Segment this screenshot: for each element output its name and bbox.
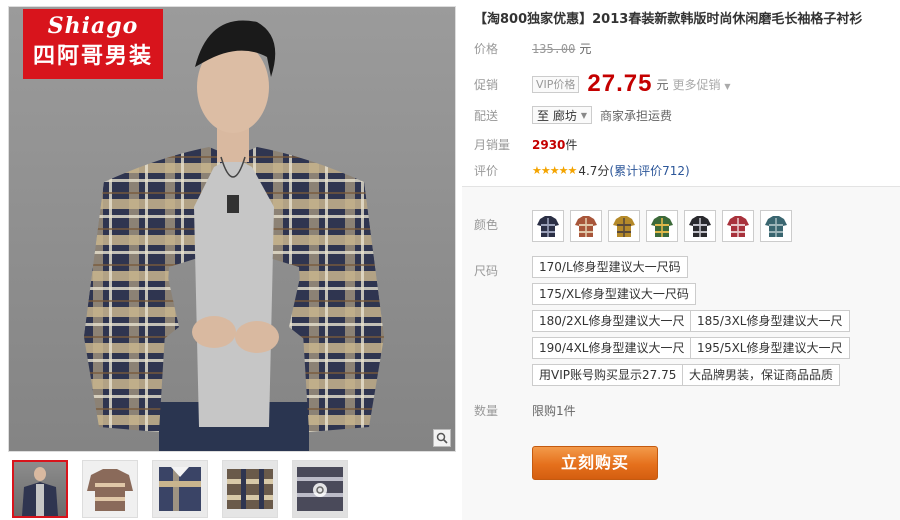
thumb-image <box>297 467 343 511</box>
thumbnail-shirt-flat[interactable] <box>82 460 138 518</box>
size-option[interactable]: 195/5XL修身型建议大一尺 <box>690 337 850 359</box>
thumbnail-shirt-detail[interactable] <box>152 460 208 518</box>
sales-label: 月销量 <box>474 138 511 152</box>
shipping-destination-value: 至 廊坊 <box>537 108 577 123</box>
original-price: 135.00 <box>532 41 576 56</box>
shirt-icon <box>689 216 711 237</box>
more-promo-link[interactable]: 更多促销 ▼ <box>672 76 730 93</box>
shirt-icon <box>727 216 749 237</box>
more-promo-label: 更多促销 <box>672 77 721 92</box>
zoom-button[interactable] <box>433 429 451 447</box>
buy-now-button[interactable]: 立刻购买 <box>532 446 658 480</box>
main-product-image[interactable]: Shiago 四阿哥男装 <box>8 6 456 452</box>
vip-price-tag: VIP价格 <box>532 75 580 93</box>
size-option[interactable]: 180/2XL修身型建议大一尺 <box>532 310 692 332</box>
shipping-label: 配送 <box>474 108 499 123</box>
shirt-icon <box>575 216 597 237</box>
shirt-icon <box>613 216 635 237</box>
sales-unit: 件 <box>565 138 578 152</box>
thumbnail-strip <box>12 460 348 518</box>
color-swatch-red-check[interactable] <box>722 210 754 242</box>
quantity-limit: 限购1件 <box>532 404 576 418</box>
size-row: 尺码 <box>474 262 532 279</box>
size-option[interactable]: 170/L修身型建议大一尺码 <box>532 256 688 278</box>
active-thumb-indicator <box>38 460 48 462</box>
price-label: 价格 <box>474 42 499 56</box>
size-option[interactable]: 大品牌男装，保证商品品质 <box>682 364 841 386</box>
size-option[interactable]: 190/4XL修身型建议大一尺 <box>532 337 692 359</box>
chevron-down-icon: ▼ <box>580 110 587 120</box>
promo-currency-unit: 元 <box>656 77 669 92</box>
brand-logo: Shiago <box>47 13 139 39</box>
shirt-icon <box>537 216 559 237</box>
review-count-link[interactable]: (累计评价712) <box>609 162 689 179</box>
thumb-image <box>22 467 58 516</box>
color-swatch-mustard-check[interactable] <box>608 210 640 242</box>
color-swatch-brown-check[interactable] <box>570 210 602 242</box>
promo-label: 促销 <box>474 77 499 92</box>
shipping-note: 商家承担运费 <box>599 108 672 123</box>
promo-row: 促销 VIP价格 27.75 元 更多促销 ▼ <box>474 70 730 98</box>
price-row: 价格 135.00 元 <box>474 40 591 57</box>
size-option[interactable]: 175/XL修身型建议大一尺码 <box>532 283 696 305</box>
color-swatch-list <box>532 210 792 242</box>
brand-name: 四阿哥男装 <box>32 44 153 69</box>
color-swatch-green-yellow-check[interactable] <box>646 210 678 242</box>
rating-row: 评价 ★★★★★ 4.7分 (累计评价712) <box>474 162 690 179</box>
color-row: 颜色 <box>474 216 532 233</box>
product-title: 【淘800独家优惠】2013春装新款韩版时尚休闲磨毛长袖格子衬衫 <box>474 12 863 27</box>
zoom-icon <box>436 432 448 444</box>
promo-price: 27.75 <box>587 70 653 97</box>
star-rating-icon: ★★★★★ <box>532 164 577 177</box>
shipping-row: 配送 至 廊坊 ▼ 商家承担运费 <box>474 106 672 124</box>
brand-badge: Shiago 四阿哥男装 <box>23 9 163 79</box>
color-swatch-teal-check[interactable] <box>760 210 792 242</box>
size-label: 尺码 <box>474 264 499 278</box>
sales-count: 2930 <box>532 137 566 152</box>
shipping-destination-select[interactable]: 至 廊坊 ▼ <box>532 106 592 124</box>
thumbnail-model-front[interactable] <box>12 460 68 518</box>
thumb-image <box>227 469 273 509</box>
size-option[interactable]: 185/3XL修身型建议大一尺 <box>690 310 850 332</box>
quantity-label: 数量 <box>474 404 499 418</box>
sales-row: 月销量 2930 件 <box>474 136 577 153</box>
rating-score: 4.7分 <box>578 164 610 178</box>
rating-label: 评价 <box>474 164 499 178</box>
currency-unit: 元 <box>579 42 592 56</box>
color-label: 颜色 <box>474 218 499 232</box>
shirt-icon <box>651 216 673 237</box>
color-swatch-navy-check[interactable] <box>532 210 564 242</box>
thumb-image <box>159 467 201 511</box>
quantity-row: 数量 限购1件 <box>474 402 576 419</box>
shirt-icon <box>765 216 787 237</box>
size-option[interactable]: 用VIP账号购买显示27.75 <box>532 364 684 386</box>
chevron-down-icon: ▼ <box>724 81 731 91</box>
thumbnail-shirt-back[interactable] <box>292 460 348 518</box>
color-swatch-black-check[interactable] <box>684 210 716 242</box>
thumbnail-shirt-fold[interactable] <box>222 460 278 518</box>
thumb-image <box>87 469 133 511</box>
